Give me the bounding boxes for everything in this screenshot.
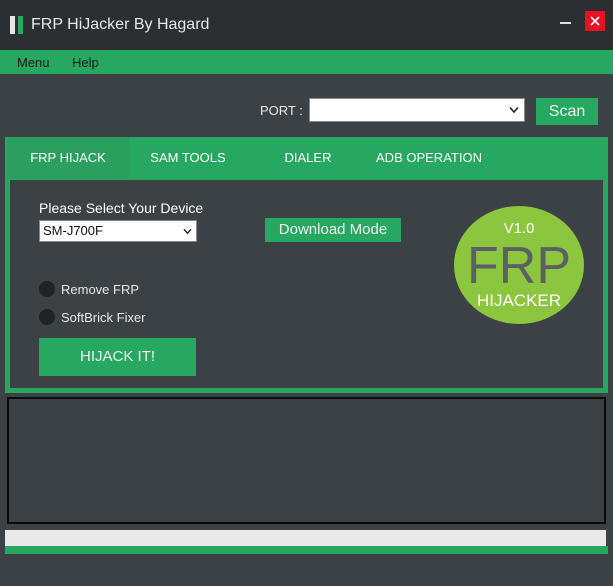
softbrick-fixer-label: SoftBrick Fixer xyxy=(61,310,146,325)
port-label: PORT : xyxy=(260,103,303,118)
minimize-icon xyxy=(560,22,571,24)
logo-frp: FRP xyxy=(467,237,571,295)
minimize-button[interactable] xyxy=(556,12,576,30)
menu-item-menu[interactable]: Menu xyxy=(17,55,50,70)
hijack-button[interactable]: HIJACK IT! xyxy=(39,338,196,376)
app-window: FRP HiJacker By Hagard Menu Help PORT : … xyxy=(0,0,613,586)
frp-hijack-panel: Please Select Your Device SM-J700F Downl… xyxy=(10,180,603,388)
port-dropdown[interactable] xyxy=(309,98,525,122)
chevron-down-icon xyxy=(183,228,192,235)
tab-frp-hijack[interactable]: FRP HIJACK xyxy=(7,137,129,179)
device-dropdown[interactable]: SM-J700F xyxy=(39,220,197,242)
tab-adb-operation[interactable]: ADB OPERATION xyxy=(369,137,489,179)
app-logo-icon xyxy=(10,16,24,34)
download-mode-button[interactable]: Download Mode xyxy=(265,218,401,242)
close-icon xyxy=(590,16,600,26)
radio-button[interactable] xyxy=(39,281,55,297)
device-selected-value: SM-J700F xyxy=(43,223,103,238)
bottom-accent-bar xyxy=(5,546,608,554)
scan-button[interactable]: Scan xyxy=(536,98,598,125)
tab-sam-tools[interactable]: SAM TOOLS xyxy=(129,137,247,179)
menu-bar: Menu Help xyxy=(0,50,613,74)
chevron-down-icon xyxy=(509,106,519,114)
progress-bar xyxy=(5,530,606,546)
remove-frp-label: Remove FRP xyxy=(61,282,140,297)
close-button[interactable] xyxy=(585,11,605,31)
radio-button[interactable] xyxy=(39,309,55,325)
device-select-label: Please Select Your Device xyxy=(39,200,204,216)
log-output-box[interactable] xyxy=(7,397,606,524)
menu-item-help[interactable]: Help xyxy=(72,55,99,70)
logo-hijacker: HIJACKER xyxy=(477,291,561,310)
logo-version: V1.0 xyxy=(504,220,535,237)
window-title: FRP HiJacker By Hagard xyxy=(31,16,210,33)
tab-control: FRP HIJACK SAM TOOLS DIALER ADB OPERATIO… xyxy=(5,137,608,393)
frp-hijacker-logo: V1.0 FRP HIJACKER xyxy=(454,206,584,324)
title-bar[interactable]: FRP HiJacker By Hagard xyxy=(0,0,613,50)
tab-dialer[interactable]: DIALER xyxy=(247,137,369,179)
